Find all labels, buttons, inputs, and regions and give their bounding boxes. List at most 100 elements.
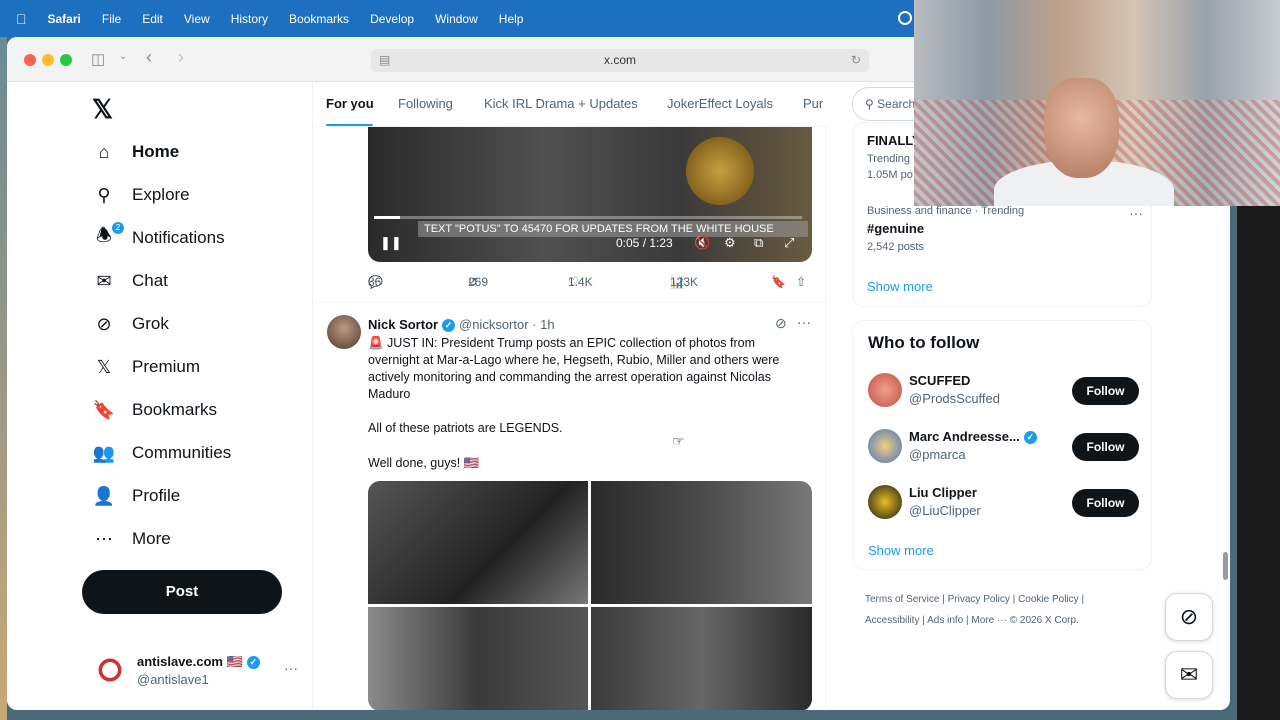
menu-history[interactable]: History [231, 12, 268, 26]
footer-privacy[interactable]: Privacy Policy [948, 594, 1010, 605]
address-bar[interactable]: ▤ x.com ↻ [371, 49, 869, 72]
tab-for-you[interactable]: For you [326, 96, 374, 111]
tweet-photo-2[interactable] [591, 481, 812, 604]
forward-icon[interactable]: › [178, 47, 184, 68]
nav-notifications-label: Notifications [132, 228, 225, 247]
presidential-seal [686, 137, 754, 205]
settings-gear-icon[interactable]: ⚙ [724, 235, 736, 251]
tab-following[interactable]: Following [398, 96, 453, 111]
footer-accessibility[interactable]: Accessibility [865, 615, 919, 626]
follow-suggestion[interactable]: Marc Andreesse... ✓ @pmarca Follow [868, 427, 1143, 467]
chevron-down-icon[interactable]: ⌄ [119, 51, 127, 62]
apple-icon[interactable]:  [16, 11, 27, 27]
close-window-button[interactable] [24, 54, 36, 66]
tab-jokereffect[interactable]: JokerEffect Loyals [667, 96, 773, 111]
who-to-follow: Who to follow SCUFFED @ProdsScuffed Foll… [852, 320, 1152, 570]
nav-communities-label: Communities [132, 443, 232, 462]
zoom-window-button[interactable] [60, 54, 72, 66]
tweet-author-handle[interactable]: @nicksortor · 1h [459, 317, 555, 332]
pip-icon[interactable]: ⧉ [754, 235, 763, 251]
more-dots-icon[interactable]: ··· [1129, 205, 1143, 221]
tweet-photo-4[interactable] [591, 607, 812, 710]
menu-edit[interactable]: Edit [142, 12, 163, 26]
minimize-window-button[interactable] [42, 54, 54, 66]
nav-bookmarks-label: Bookmarks [132, 400, 218, 419]
more-dots-icon[interactable]: ··· [797, 314, 811, 330]
menu-bookmarks[interactable]: Bookmarks [289, 12, 349, 26]
desktop-background [0, 37, 7, 720]
footer-links-2: Accessibility | Ads info | More ··· © 20… [865, 615, 1079, 626]
sidebar-toggle-icon[interactable]: ◫ [91, 50, 105, 68]
grok-icon[interactable]: ⊘ [775, 315, 787, 332]
fullscreen-icon[interactable]: ⤢ [784, 235, 794, 251]
mail-icon[interactable]: ✉ [1165, 651, 1213, 699]
video-player[interactable]: TEXT "POTUS" TO 45470 FOR UPDATES FROM T… [368, 127, 812, 262]
tweet[interactable]: Nick Sortor ✓ @nicksortor · 1h ⊘ ··· 🚨 JU… [313, 302, 827, 710]
scrollbar[interactable] [1223, 552, 1228, 580]
page-settings-icon[interactable]: ▤ [379, 49, 390, 72]
suggestion-name: SCUFFED [909, 373, 971, 388]
follow-suggestion[interactable]: Liu Clipper @LiuClipper Follow [868, 483, 1143, 523]
avatar[interactable] [327, 315, 361, 349]
account-switcher[interactable]: antislave.com 🇺🇸 ✓ @antislave1 ··· [92, 650, 302, 694]
nav-grok[interactable]: ⊘ Grok [92, 304, 169, 344]
tweet-text-line3: Well done, guys! 🇺🇸 [368, 456, 480, 470]
pause-icon[interactable]: ❚❚ [380, 235, 402, 251]
show-more-link[interactable]: Show more [868, 543, 934, 558]
nav-chat[interactable]: ✉ Chat [92, 261, 167, 301]
menu-view[interactable]: View [184, 12, 210, 26]
follow-button[interactable]: Follow [1072, 489, 1139, 517]
footer-ads-info[interactable]: Ads info [927, 615, 963, 626]
nav-bookmarks[interactable]: 🔖 Bookmarks [92, 390, 217, 430]
nav-communities[interactable]: 👥 Communities [92, 433, 231, 473]
tab-pur[interactable]: Pur [803, 96, 823, 111]
back-icon[interactable]: ‹ [146, 47, 152, 68]
follow-button[interactable]: Follow [1072, 377, 1139, 405]
post-button[interactable]: Post [82, 570, 282, 614]
menu-file[interactable]: File [102, 12, 121, 26]
nav-notifications[interactable]: 🕭 2 Notifications [92, 218, 225, 258]
tweet-photo-1[interactable] [368, 481, 588, 604]
footer-cookie[interactable]: Cookie Policy [1018, 594, 1079, 605]
mute-icon[interactable]: 🔇 [694, 235, 710, 251]
show-more-link[interactable]: Show more [867, 279, 933, 294]
trend-title[interactable]: #genuine [867, 221, 924, 236]
grok-icon[interactable]: ⊘ [1165, 593, 1213, 641]
video-time: 0:05 / 1:23 [616, 236, 673, 250]
footer-terms[interactable]: Terms of Service [865, 594, 939, 605]
more-dots-icon[interactable]: ··· [284, 660, 298, 676]
webcam-overlay [914, 0, 1280, 206]
tweet-text: 🚨 JUST IN: President Trump posts an EPIC… [368, 336, 780, 401]
nav-grok-label: Grok [132, 314, 169, 333]
footer-more[interactable]: More ··· [971, 615, 1007, 626]
menu-app-name[interactable]: Safari [48, 12, 81, 26]
nav-home[interactable]: ⌂ Home [92, 132, 180, 172]
nav-explore[interactable]: ⚲ Explore [92, 175, 189, 215]
trend-title[interactable]: FINALLY [867, 133, 921, 148]
x-logo-icon[interactable]: 𝕏 [92, 94, 113, 125]
suggestion-name: Liu Clipper [909, 485, 977, 500]
suggestion-handle: @LiuClipper [909, 503, 981, 518]
trend-meta: Business and finance · Trending [867, 205, 1025, 217]
active-tab-indicator [326, 124, 373, 126]
nav-more-label: More [132, 529, 171, 548]
like-count: 1.4K [568, 275, 593, 289]
bookmark-icon[interactable]: 🔖 [771, 275, 786, 289]
tab-kick-irl[interactable]: Kick IRL Drama + Updates [484, 96, 638, 111]
nav-profile[interactable]: 👤 Profile [92, 476, 180, 516]
status-bar-icon[interactable] [898, 11, 912, 25]
menu-develop[interactable]: Develop [370, 12, 414, 26]
reload-icon[interactable]: ↻ [851, 49, 861, 72]
tweet-author-row[interactable]: Nick Sortor ✓ [368, 317, 456, 333]
menu-window[interactable]: Window [435, 12, 478, 26]
trend-count: 2,542 posts [867, 241, 924, 253]
video-progress-bar[interactable] [374, 216, 802, 219]
nav-more[interactable]: ⋯ More [92, 519, 171, 559]
share-icon[interactable]: ⇧ [796, 275, 806, 289]
follow-button[interactable]: Follow [1072, 433, 1139, 461]
tweet-photo-3[interactable] [368, 607, 588, 710]
menu-help[interactable]: Help [499, 12, 524, 26]
follow-suggestion[interactable]: SCUFFED @ProdsScuffed Follow [868, 371, 1143, 411]
nav-premium[interactable]: 𝕏 Premium [92, 347, 200, 387]
account-handle: @antislave1 [137, 672, 209, 687]
